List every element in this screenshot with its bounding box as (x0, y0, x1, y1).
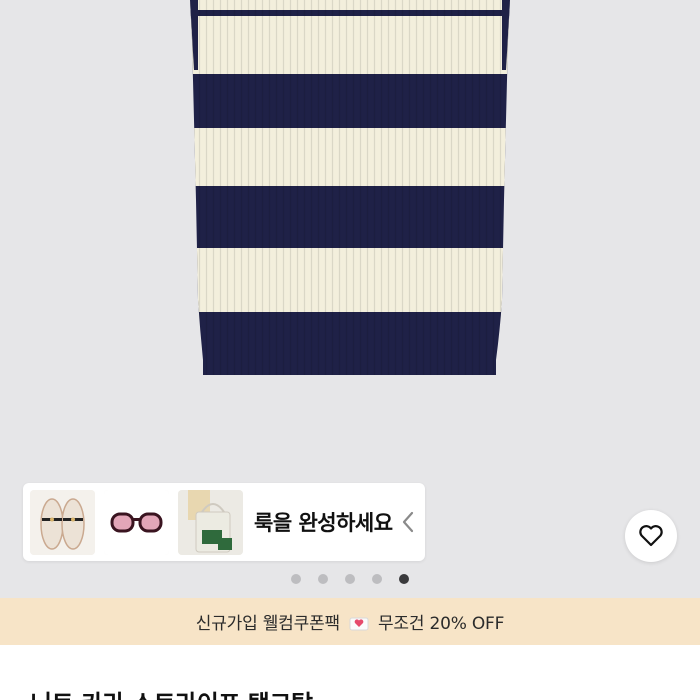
complete-the-look-banner[interactable]: 룩을 완성하세요 (23, 483, 425, 561)
sunglasses-thumbnail[interactable] (104, 489, 169, 555)
promo-left-text: 신규가입 웰컴쿠폰팩 (195, 614, 340, 634)
mary-jane-shoes-thumbnail[interactable] (30, 489, 95, 555)
tote-bag-thumbnail[interactable] (178, 489, 243, 555)
carousel-dot[interactable] (318, 574, 328, 584)
carousel-indicator (0, 572, 700, 586)
promo-right-text: 무조건 20% OFF (377, 614, 505, 634)
heart-icon (639, 525, 663, 547)
tote-bag-icon (178, 489, 243, 555)
carousel-dot-active[interactable] (399, 574, 409, 584)
complete-the-look-label: 룩을 완성하세요 (254, 511, 393, 535)
gift-heart-icon (349, 617, 369, 630)
mary-jane-shoes-icon (30, 489, 95, 555)
chevron-left-icon[interactable] (401, 510, 415, 534)
product-image[interactable]: 룩을 완성하세요 (0, 0, 700, 598)
product-title: 니트 카라 스트라이프 탱크탑 (30, 684, 313, 700)
carousel-dot[interactable] (372, 574, 382, 584)
welcome-coupon-banner[interactable]: 신규가입 웰컴쿠폰팩 무조건 20% OFF (0, 598, 700, 645)
sunglasses-icon (104, 489, 169, 555)
carousel-dot[interactable] (345, 574, 355, 584)
wishlist-button[interactable] (625, 510, 677, 562)
carousel-dot[interactable] (291, 574, 301, 584)
